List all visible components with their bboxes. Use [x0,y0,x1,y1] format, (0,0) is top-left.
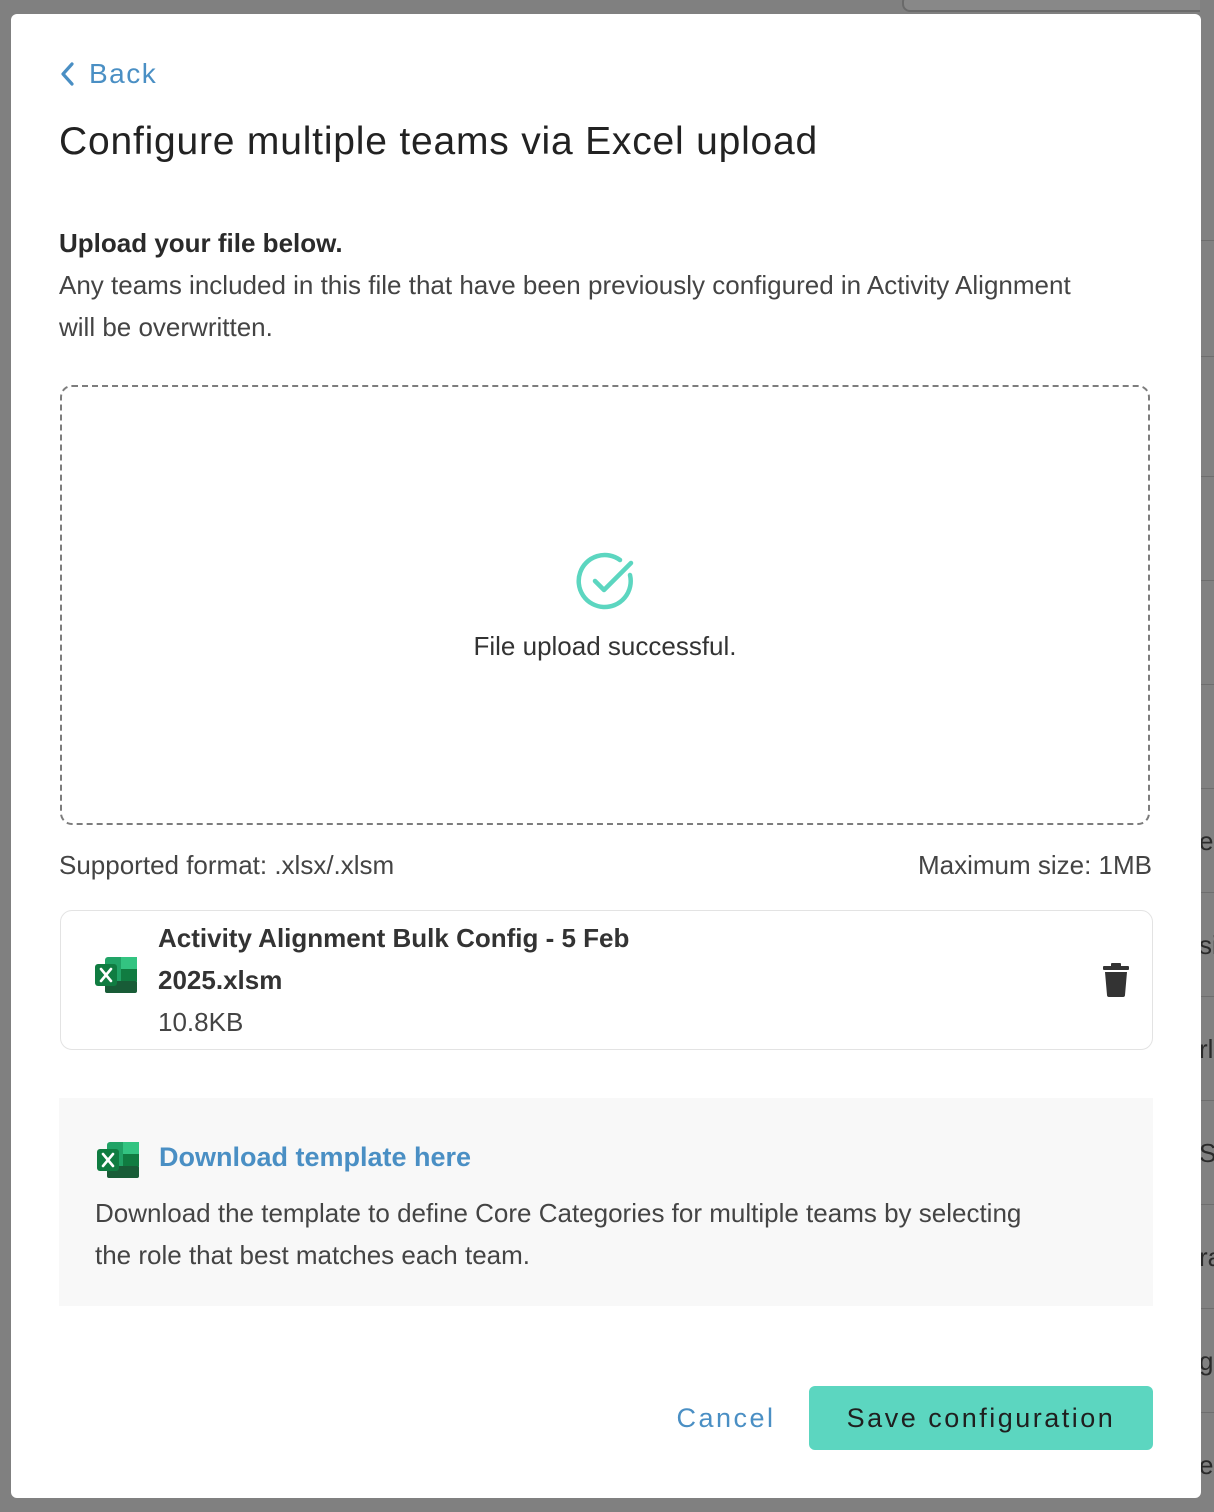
modal-title: Configure multiple teams via Excel uploa… [59,120,819,163]
background-text-fragment: ra [1199,1242,1214,1272]
background-text-fragment: rl [1199,1034,1214,1064]
background-text-fragment: e [1199,1450,1214,1480]
background-element [902,0,1214,12]
excel-file-icon [95,955,139,1000]
chevron-left-icon [59,61,75,87]
background-divider [1200,684,1214,685]
cancel-button[interactable]: Cancel [661,1386,791,1450]
background-divider [1200,892,1214,893]
background-divider [1200,476,1214,477]
background-text-fragment: Se [1199,1138,1214,1168]
background-divider [1200,1100,1214,1101]
template-description: Download the template to define Core Cat… [95,1198,1022,1270]
back-label: Back [89,58,158,89]
template-download-panel: Download template here Download the temp… [59,1098,1153,1306]
background-text-fragment: g [1199,1346,1214,1376]
upload-instructions: Upload your file below. Any teams includ… [59,222,1099,348]
save-configuration-button[interactable]: Save configuration [809,1386,1153,1450]
supported-format-text: Supported format: .xlsx/.xlsm [59,850,395,880]
instructions-text: Any teams included in this file that hav… [59,270,1071,342]
instructions-heading: Upload your file below. [59,228,343,258]
background-divider [1200,788,1214,789]
file-requirements: Supported format: .xlsx/.xlsm Maximum si… [59,850,1152,881]
file-name: Activity Alignment Bulk Config - 5 Feb 2… [158,923,630,995]
background-text-fragment: si [1199,930,1214,960]
max-size-text: Maximum size: 1MB [917,850,1152,880]
uploaded-file-card: Activity Alignment Bulk Config - 5 Feb 2… [60,910,1153,1050]
file-info: Activity Alignment Bulk Config - 5 Feb 2… [158,917,638,1043]
download-template-link[interactable]: Download template here [159,1142,471,1173]
upload-status-text: File upload successful. [473,631,737,661]
excel-file-icon [97,1140,141,1185]
background-divider [1200,580,1214,581]
background-strip [1200,0,1214,1512]
file-size: 10.8KB [158,1007,244,1037]
background-divider [1200,1412,1214,1413]
file-dropzone[interactable]: File upload successful. [60,385,1150,825]
back-link[interactable]: Back [59,54,157,94]
background-divider [1200,1204,1214,1205]
background-divider [1200,240,1214,241]
background-divider [1200,996,1214,997]
excel-upload-modal: Back Configure multiple teams via Excel … [11,14,1201,1498]
background-divider [1200,1308,1214,1309]
check-circle-icon [576,551,638,618]
background-text-fragment: e [1199,826,1214,856]
background-divider [1200,356,1214,357]
trash-icon[interactable] [1103,963,1129,1002]
